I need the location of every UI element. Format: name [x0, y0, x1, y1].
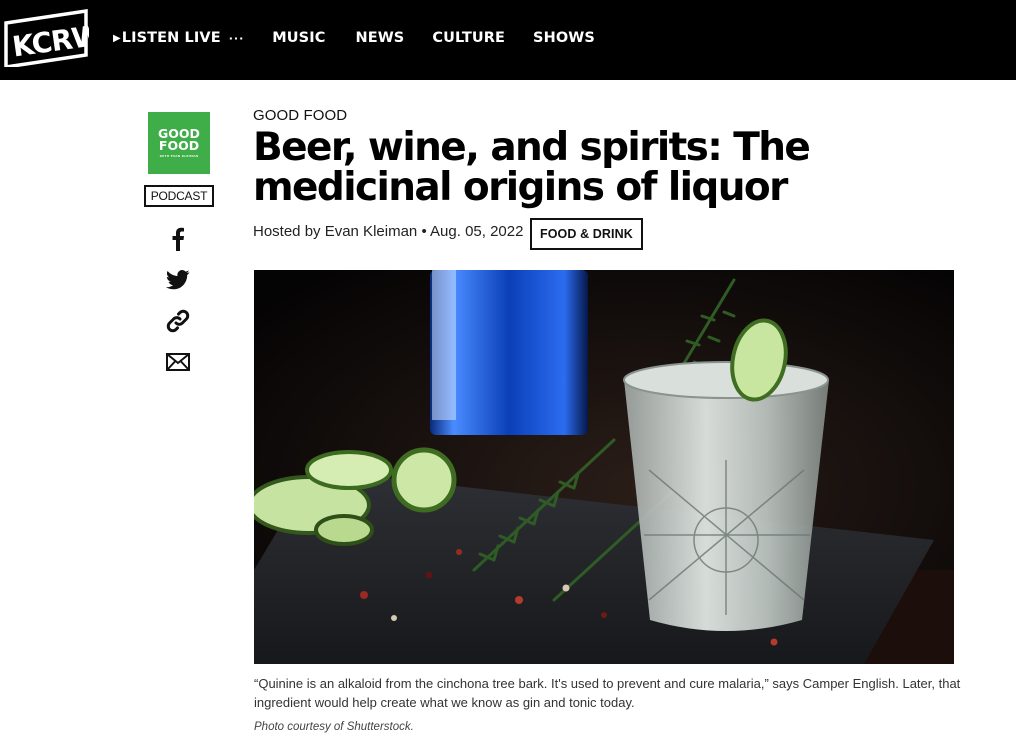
email-icon[interactable]	[165, 349, 191, 375]
article-title: Beer, wine, and spirits: The medicinal o…	[253, 125, 811, 210]
category-tag[interactable]: FOOD & DRINK	[530, 218, 643, 250]
gin-tonic-photo	[254, 270, 954, 664]
play-icon: ▶	[113, 32, 121, 44]
podcast-art-subtitle: WITH EVAN KLEIMAN	[159, 154, 199, 158]
kcrw-logo[interactable]: KCRW	[2, 5, 105, 70]
publish-date: Aug. 05, 2022	[430, 223, 524, 240]
photo-credit: Photo courtesy of Shutterstock.	[254, 721, 414, 733]
more-icon[interactable]: ···	[229, 32, 245, 45]
podcast-badge[interactable]: PODCAST	[144, 185, 214, 207]
hero-image	[254, 270, 954, 664]
nav-music[interactable]: MUSIC	[272, 30, 325, 46]
top-navigation-bar: KCRW ▶ LISTEN LIVE ··· MUSIC NEWS CULTUR…	[0, 0, 1016, 80]
nav-shows[interactable]: SHOWS	[533, 30, 595, 46]
podcast-art-line2: FOOD	[158, 138, 200, 153]
host-link[interactable]: Hosted by Evan Kleiman	[253, 223, 417, 240]
byline: Hosted by Evan Kleiman • Aug. 05, 2022	[253, 223, 523, 240]
nav-news[interactable]: NEWS	[355, 30, 404, 46]
listen-live-label: LISTEN LIVE	[121, 30, 221, 46]
show-link[interactable]: GOOD FOOD	[253, 107, 347, 124]
main-nav: ▶ LISTEN LIVE ··· MUSIC NEWS CULTURE SHO…	[113, 0, 595, 76]
link-icon[interactable]	[165, 308, 191, 334]
listen-live-button[interactable]: ▶ LISTEN LIVE ···	[113, 30, 244, 46]
podcast-artwork[interactable]: GOOD FOOD WITH EVAN KLEIMAN	[148, 112, 210, 174]
twitter-icon[interactable]	[165, 267, 191, 293]
facebook-icon[interactable]	[165, 226, 191, 252]
nav-culture[interactable]: CULTURE	[432, 30, 505, 46]
image-caption: “Quinine is an alkaloid from the cinchon…	[254, 676, 961, 710]
byline-separator: •	[421, 223, 427, 240]
